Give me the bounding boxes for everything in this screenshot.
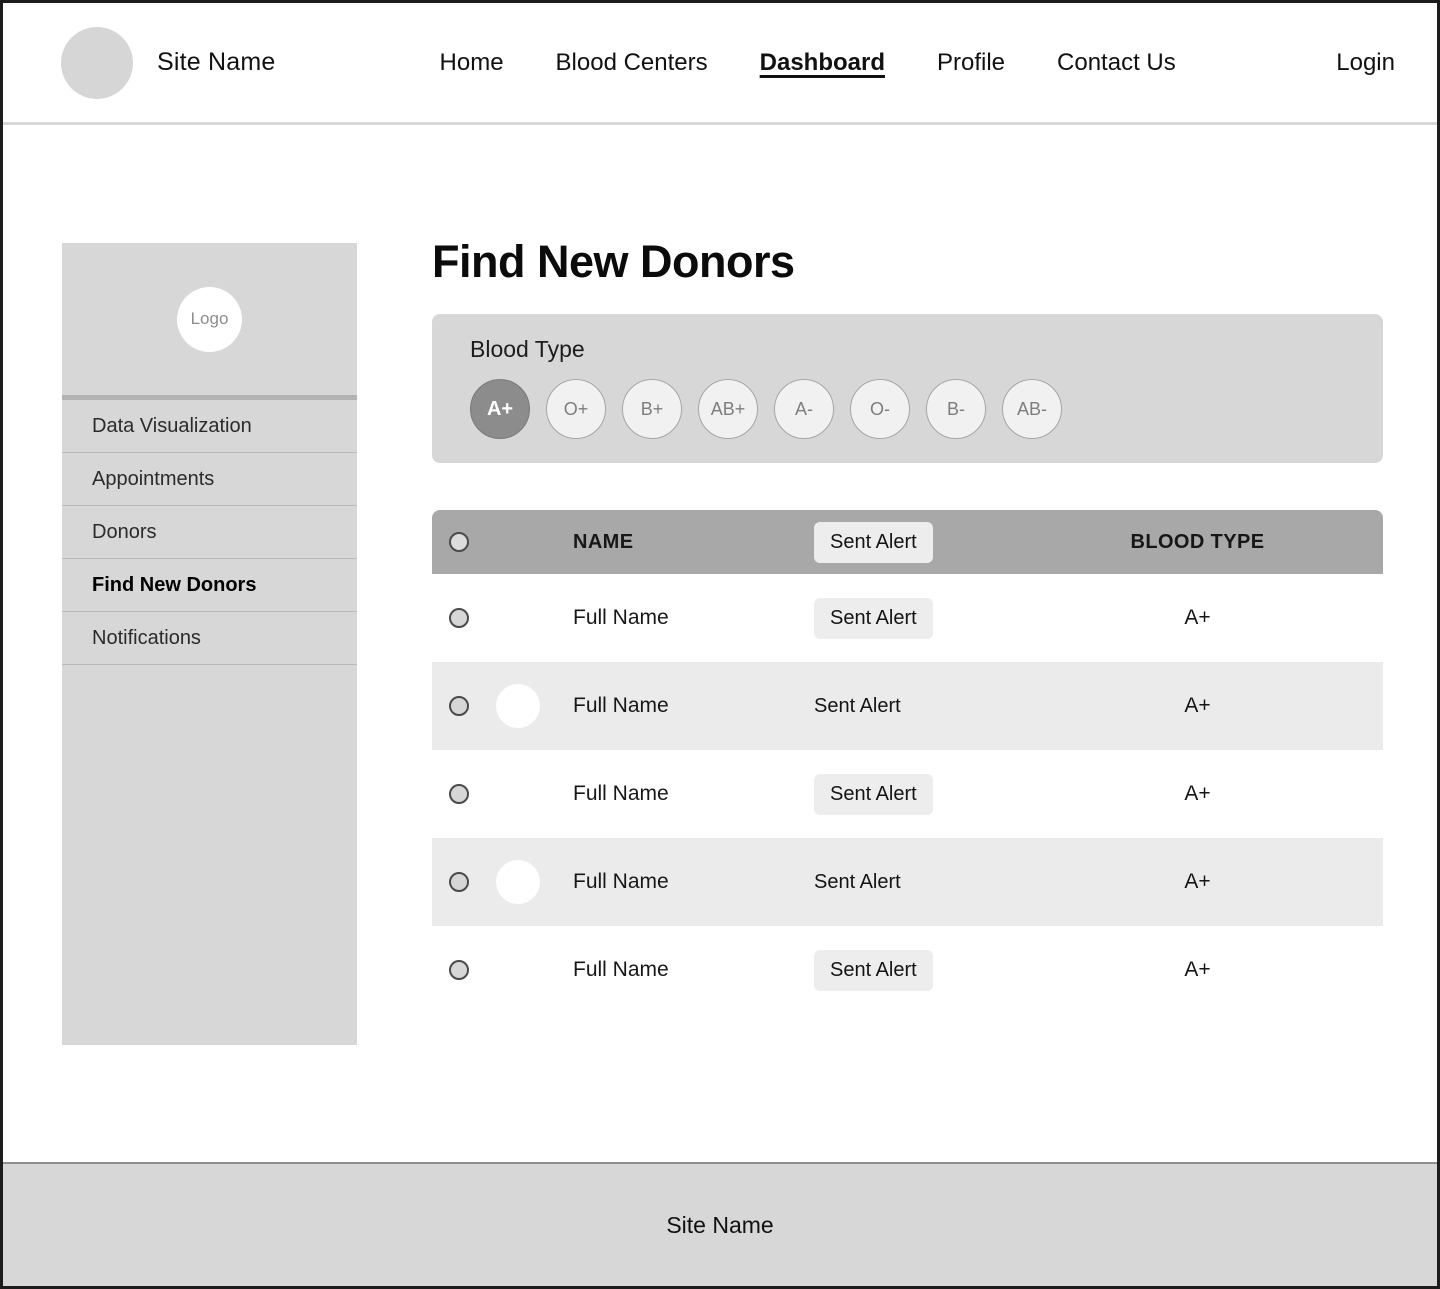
row-alert-cell: Sent Alert [742,686,1072,727]
row-alert-cell: Sent Alert [742,949,1072,991]
circle-avatar-icon [61,26,133,99]
blood-type-pill-a-pos[interactable]: A+ [470,379,530,439]
row-name: Full Name [573,870,669,893]
table-row[interactable]: Full Name Sent Alert A+ [432,662,1383,750]
row-select-cell [432,608,494,628]
sidebar-logo-area: Logo [62,243,357,395]
table-row[interactable]: Full Name Sent Alert A+ [432,574,1383,662]
footer: Site Name [3,1162,1437,1286]
donor-table: NAME Sent Alert BLOOD TYPE Full Name Sen… [432,510,1383,1014]
sidebar-item-find-new-donors[interactable]: Find New Donors [62,559,357,612]
row-select-cell [432,696,494,716]
radio-unchecked-icon[interactable] [449,532,469,552]
logo-placeholder-icon: Logo [177,286,242,352]
row-alert-cell: Sent Alert [742,597,1072,639]
sent-alert-button[interactable]: Sent Alert [814,862,901,903]
blood-type-pill-ab-neg[interactable]: AB- [1002,379,1062,439]
sent-alert-button[interactable]: Sent Alert [814,521,933,563]
row-blood-type: A+ [1184,870,1211,893]
row-blood-type: A+ [1184,782,1211,805]
avatar [496,684,540,728]
avatar-placeholder-icon [496,520,540,564]
row-name: Full Name [573,958,669,981]
row-blood-type: A+ [1184,606,1211,629]
sidebar-nav: Data Visualization Appointments Donors F… [62,400,357,665]
row-avatar-cell [494,948,542,992]
row-alert-cell: Sent Alert [742,773,1072,815]
radio-unchecked-icon[interactable] [449,960,469,980]
top-navigation-bar: Site Name Home Blood Centers Dashboard P… [3,3,1437,125]
sidebar-item-donors[interactable]: Donors [62,506,357,559]
nav-link-dashboard[interactable]: Dashboard [760,49,885,77]
table-header-alert-cell: Sent Alert [742,521,1072,563]
blood-type-filter-label: Blood Type [470,336,585,362]
footer-site-name: Site Name [666,1211,774,1238]
row-blood-type: A+ [1184,958,1211,981]
row-name: Full Name [573,694,669,717]
row-avatar-cell [494,596,542,640]
row-blood-type: A+ [1184,694,1211,717]
login-link[interactable]: Login [1336,49,1395,77]
sidebar: Logo Data Visualization Appointments Don… [62,243,357,1045]
radio-unchecked-icon[interactable] [449,608,469,628]
nav-link-blood-centers[interactable]: Blood Centers [556,49,708,77]
blood-type-pill-b-pos[interactable]: B+ [622,379,682,439]
table-header-row: NAME Sent Alert BLOOD TYPE [432,510,1383,574]
row-avatar-cell [494,684,542,728]
table-row[interactable]: Full Name Sent Alert A+ [432,926,1383,1014]
blood-type-filter-panel: Blood Type A+ O+ B+ AB+ A- O- B- AB- [432,314,1383,463]
sidebar-item-appointments[interactable]: Appointments [62,453,357,506]
sent-alert-button[interactable]: Sent Alert [814,597,933,639]
sidebar-item-notifications[interactable]: Notifications [62,612,357,665]
nav-link-home[interactable]: Home [440,49,504,77]
nav-links: Home Blood Centers Dashboard Profile Con… [440,49,1176,77]
row-avatar-cell [494,860,542,904]
avatar [496,860,540,904]
row-name: Full Name [573,782,669,805]
radio-unchecked-icon[interactable] [449,696,469,716]
row-select-cell [432,872,494,892]
row-name: Full Name [573,606,669,629]
nav-link-contact-us[interactable]: Contact Us [1057,49,1176,77]
nav-link-profile[interactable]: Profile [937,49,1005,77]
row-select-cell [432,784,494,804]
blood-type-pill-o-neg[interactable]: O- [850,379,910,439]
blood-type-pill-ab-pos[interactable]: AB+ [698,379,758,439]
column-header-name: NAME [573,530,634,553]
sent-alert-button[interactable]: Sent Alert [814,773,933,815]
sidebar-item-data-visualization[interactable]: Data Visualization [62,400,357,453]
radio-unchecked-icon[interactable] [449,872,469,892]
avatar-placeholder-icon [496,948,540,992]
table-header-select-cell [432,532,494,552]
blood-type-pill-a-neg[interactable]: A- [774,379,834,439]
avatar-placeholder-icon [496,596,540,640]
avatar-placeholder-icon [496,772,540,816]
main-content: Find New Donors Blood Type A+ O+ B+ AB+ … [432,239,1387,1014]
page-title: Find New Donors [432,236,795,287]
sent-alert-button[interactable]: Sent Alert [814,686,901,727]
column-header-blood-type: BLOOD TYPE [1130,530,1265,553]
row-alert-cell: Sent Alert [742,862,1072,903]
table-row[interactable]: Full Name Sent Alert A+ [432,838,1383,926]
radio-unchecked-icon[interactable] [449,784,469,804]
blood-type-pill-o-pos[interactable]: O+ [546,379,606,439]
sent-alert-button[interactable]: Sent Alert [814,949,933,991]
row-avatar-cell [494,772,542,816]
blood-type-pill-group: A+ O+ B+ AB+ A- O- B- AB- [470,379,1383,439]
brand[interactable]: Site Name [61,26,276,99]
blood-type-pill-b-neg[interactable]: B- [926,379,986,439]
page-root: Site Name Home Blood Centers Dashboard P… [0,0,1440,1289]
table-row[interactable]: Full Name Sent Alert A+ [432,750,1383,838]
brand-name: Site Name [157,48,276,76]
row-select-cell [432,960,494,980]
table-header-avatar-cell [494,520,542,564]
